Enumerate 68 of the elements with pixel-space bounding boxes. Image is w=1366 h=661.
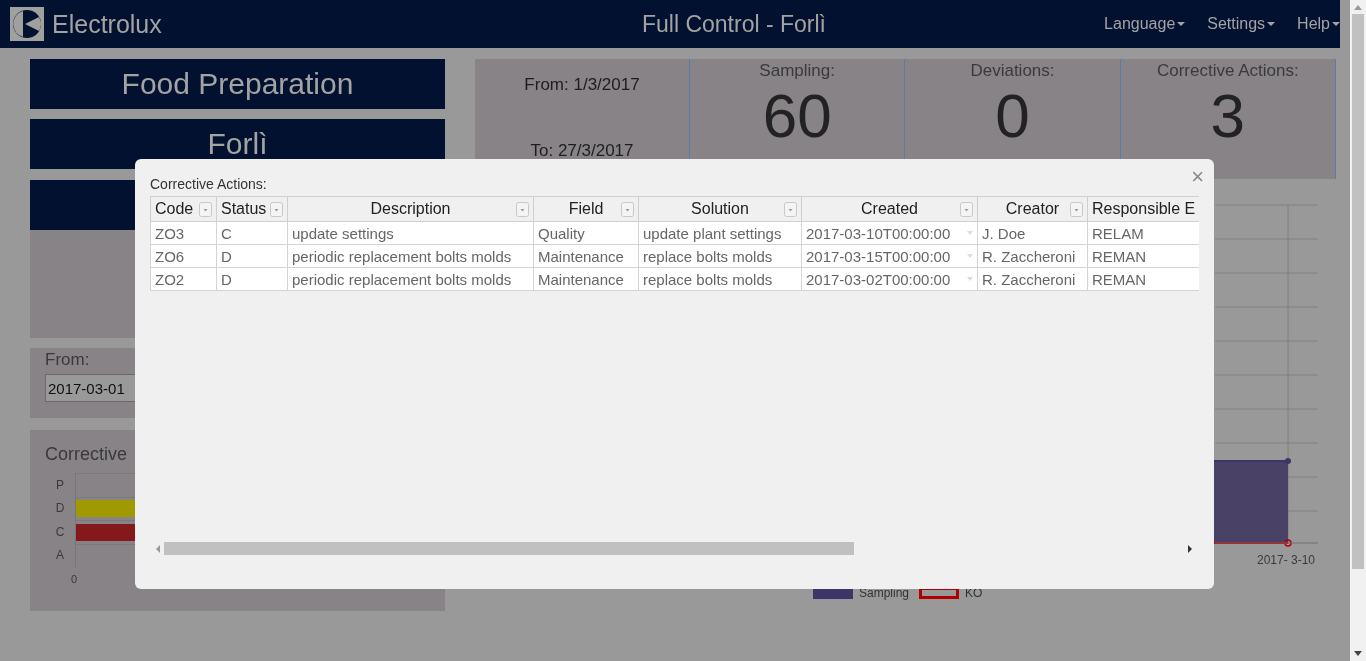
filter-icon[interactable] [784,201,797,217]
axis-label: C [54,524,66,539]
stat-value: 3 [1210,85,1246,147]
table-cell: update settings [287,221,534,245]
axis-label: 0 [71,573,79,585]
column-header[interactable]: Description [287,196,534,222]
table-cell: REMAN [1087,267,1199,291]
from-label: From: [45,350,91,370]
caret-icon [1177,22,1186,26]
filter-icon[interactable] [960,201,973,217]
column-header[interactable]: Creator [977,196,1088,222]
menu-dropdown[interactable]: Language [1104,15,1186,33]
column-header[interactable]: Status [216,196,288,222]
scroll-thumb[interactable] [1352,14,1364,569]
axis-label: P [55,477,65,492]
axis-label: D [54,501,66,516]
caret-icon [1267,22,1276,26]
table-cell: 2017-03-15T00:00:00 [801,244,978,268]
stat-value: 0 [995,85,1030,147]
column-header[interactable]: Created [801,196,978,222]
scroll-right-icon[interactable] [1187,544,1193,553]
date-range-start: From: 1/3/2017 [524,75,640,95]
legend-label: Sampling [859,586,910,600]
caret-icon [1332,22,1340,26]
table-cell: REMAN [1087,244,1199,268]
page-title: Full Control - Forlì [640,10,827,38]
table-cell: ZO3 [150,221,217,245]
section-title: Food Preparation [30,59,445,109]
filter-icon[interactable] [621,201,634,217]
table-cell: J. Doe [977,221,1088,245]
menu-dropdown[interactable]: Settings [1207,15,1276,33]
logo-icon [10,7,44,41]
scroll-down-icon[interactable] [1353,651,1363,657]
stat-label: Corrective Actions: [1156,61,1299,81]
table-cell: periodic replacement bolts molds [287,244,534,268]
table-cell: RELAM [1087,221,1199,245]
stat-value: 60 [762,85,832,147]
scroll-up-icon[interactable] [1353,4,1363,10]
axis-label: 2017- 3-10 [1257,553,1316,567]
axis-label: A [55,548,65,563]
brand-name: Electrolux [52,9,162,39]
column-header[interactable]: Field [533,196,639,222]
menu-dropdown[interactable]: Help [1297,15,1340,33]
column-header[interactable]: Responsible E [1087,196,1199,222]
table-cell: replace bolts molds [638,244,802,268]
filter-icon[interactable] [270,201,283,217]
stat-label: Sampling: [759,61,835,81]
chart-title: Corrective [45,444,128,464]
filter-icon[interactable] [199,201,212,217]
filter-icon[interactable] [1070,201,1083,217]
table-cell: 2017-03-02T00:00:00 [801,267,978,291]
column-header[interactable]: Solution [638,196,802,222]
table-cell: periodic replacement bolts molds [287,267,534,291]
dialog-title: Corrective Actions: [150,176,268,192]
scroll-thumb[interactable] [164,542,854,555]
table-cell: R. Zaccheroni [977,267,1088,291]
scroll-left-icon[interactable] [155,544,161,553]
vertical-scrollbar[interactable] [1350,0,1366,661]
table-cell: update plant settings [638,221,802,245]
date-range-end: To: 27/3/2017 [530,141,634,161]
table-cell: R. Zaccheroni [977,244,1088,268]
table-cell: ZO2 [150,267,217,291]
table-cell: 2017-03-10T00:00:00 [801,221,978,245]
stat-label: Deviations: [970,61,1055,81]
column-header[interactable]: Code [150,196,217,222]
filter-icon[interactable] [516,201,529,217]
table-cell: replace bolts molds [638,267,802,291]
table-cell: ZO6 [150,244,217,268]
